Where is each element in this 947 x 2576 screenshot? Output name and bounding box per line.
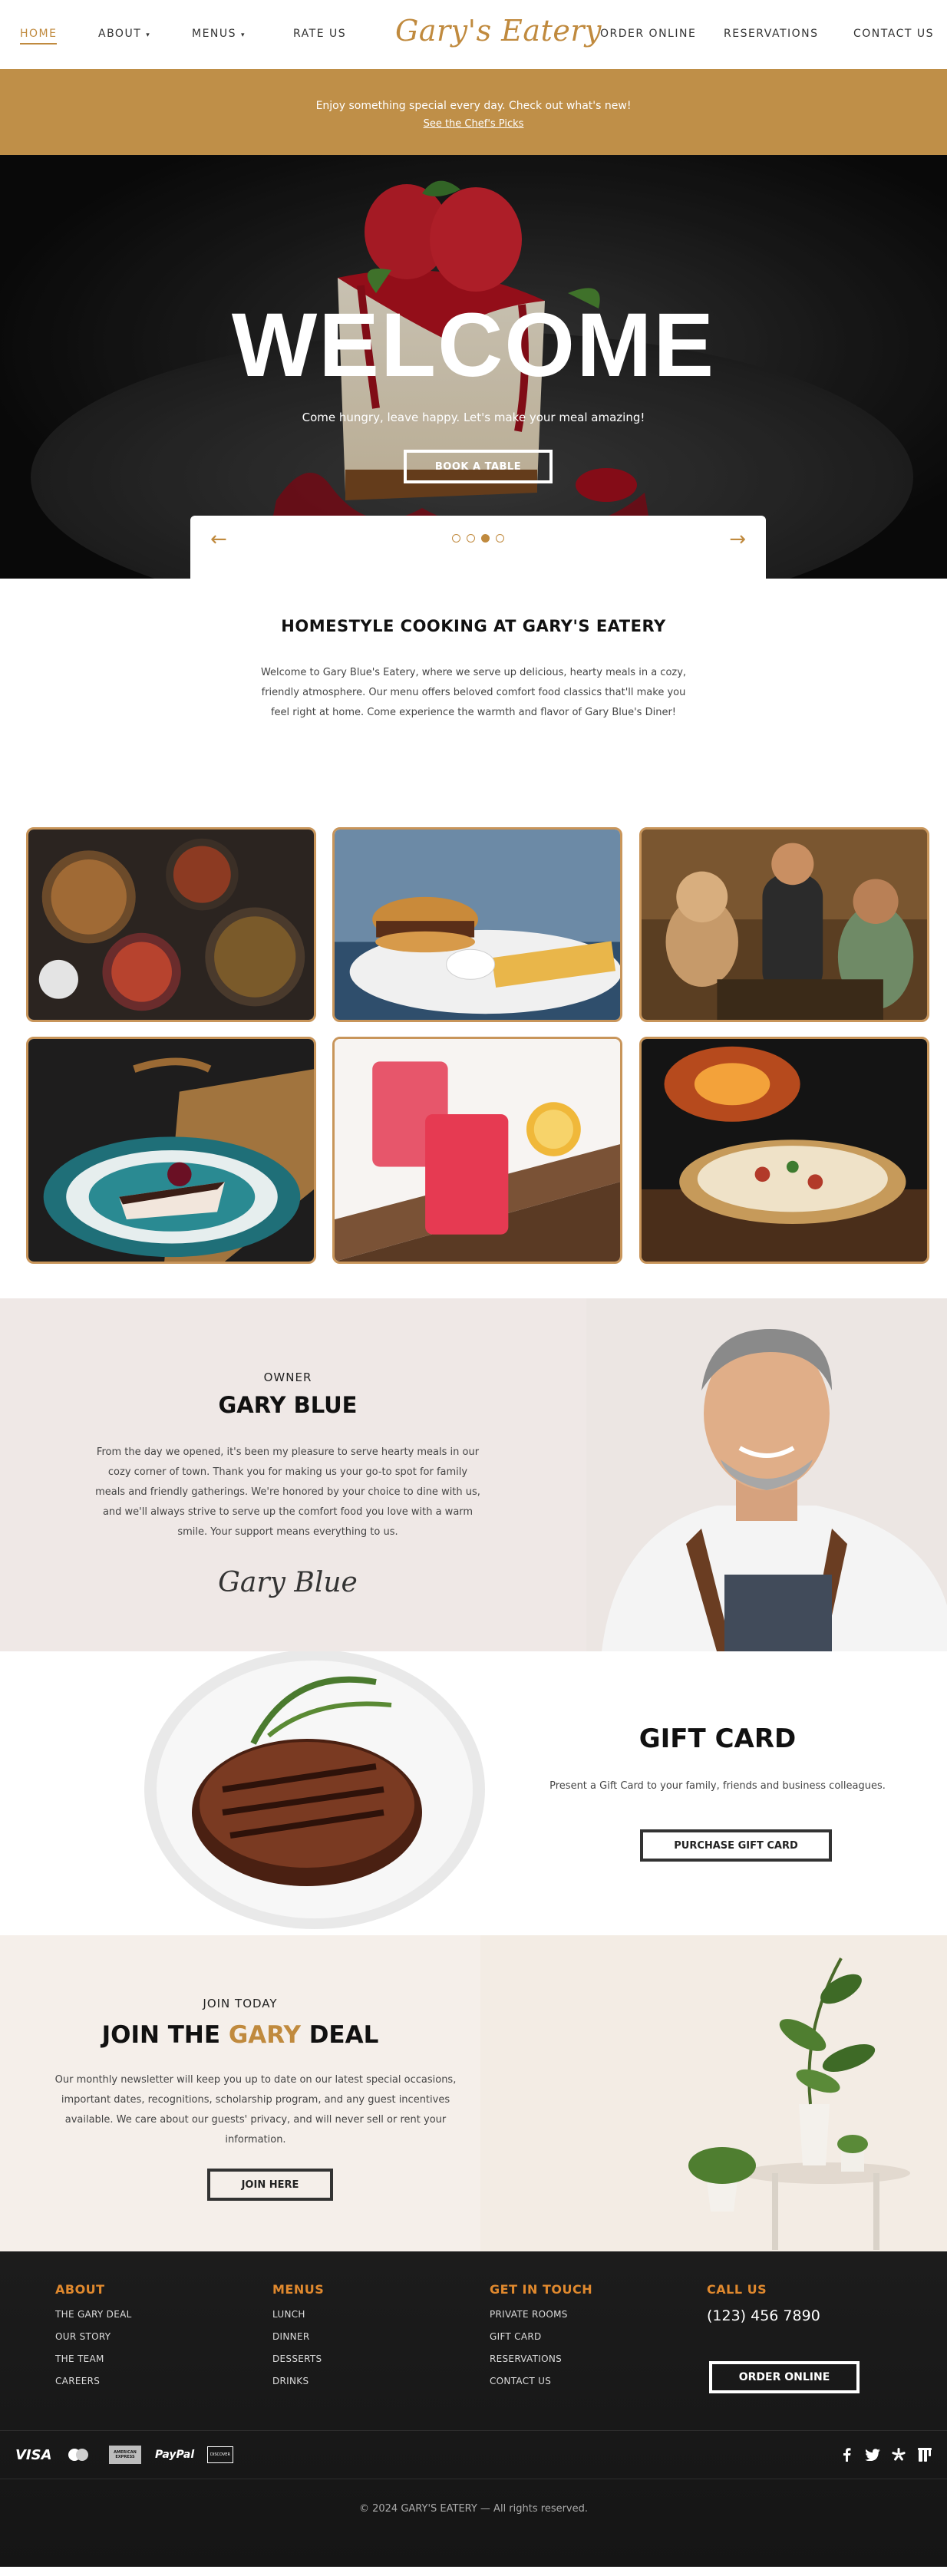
footer-contact-column: GET IN TOUCH PRIVATE ROOMS GIFT CARD RES… — [490, 2282, 592, 2398]
footer-link-careers[interactable]: CAREERS — [55, 2376, 132, 2386]
footer-link-private-rooms[interactable]: PRIVATE ROOMS — [490, 2309, 592, 2320]
owner-text-block: OWNER GARY BLUE From the day we opened, … — [92, 1298, 483, 1651]
join-here-button[interactable]: JOIN HERE — [207, 2169, 333, 2201]
carousel-dot-2[interactable] — [467, 534, 475, 543]
hero-carousel: WELCOME Come hungry, leave happy. Let's … — [0, 155, 947, 579]
owner-signature: Gary Blue — [218, 1567, 358, 1598]
footer-call-heading: CALL US — [707, 2282, 767, 2297]
nav-contact-us[interactable]: CONTACT US — [853, 28, 934, 40]
top-navigation: HOME ABOUT ▾ MENUS ▾ RATE US Gary's Eatery… — [0, 0, 947, 69]
newsletter-title: JOIN THE GARY DEAL — [0, 2021, 480, 2049]
facebook-icon[interactable] — [836, 2445, 856, 2465]
nav-home[interactable]: HOME — [20, 28, 58, 45]
phone-number[interactable]: (123) 456 7890 — [707, 2307, 820, 2324]
yelp-icon[interactable] — [889, 2445, 909, 2465]
newsletter-title-post: DEAL — [300, 2021, 379, 2049]
footer-link-our-story[interactable]: OUR STORY — [55, 2331, 132, 2342]
tripadvisor-icon[interactable] — [915, 2445, 935, 2465]
footer-link-gift-card[interactable]: GIFT CARD — [490, 2331, 592, 2342]
gallery-photo-table-spread[interactable] — [26, 827, 316, 1022]
mastercard-icon — [68, 2449, 88, 2461]
paypal-icon: PayPal — [155, 2449, 195, 2461]
carousel-dot-1[interactable] — [452, 534, 460, 543]
nav-menus-label: MENUS — [192, 28, 237, 40]
intro-title: HOMESTYLE COOKING AT GARY'S EATERY — [281, 617, 666, 635]
newsletter-title-accent: GARY — [228, 2021, 301, 2049]
footer-link-contact-us[interactable]: CONTACT US — [490, 2376, 592, 2386]
gallery-photo-dessert-slice[interactable] — [26, 1037, 316, 1264]
intro-body: Welcome to Gary Blue's Eatery, where we … — [260, 667, 687, 718]
footer-about-column: ABOUT THE GARY DEAL OUR STORY THE TEAM C… — [55, 2282, 132, 2398]
arrow-right-icon[interactable]: → — [729, 528, 746, 551]
chevron-down-icon: ▾ — [146, 31, 151, 39]
gift-card-description: Present a Gift Card to your family, frie… — [549, 1780, 886, 1792]
discover-icon: DISCOVER — [207, 2446, 233, 2463]
photo-gallery — [0, 793, 947, 1298]
footer-link-reservations[interactable]: RESERVATIONS — [490, 2353, 592, 2364]
nav-about-label: ABOUT — [98, 28, 142, 40]
owner-section: OWNER GARY BLUE From the day we opened, … — [0, 1298, 947, 1651]
footer-contact-heading: GET IN TOUCH — [490, 2282, 593, 2297]
copyright-text: © 2024 GARY'S EATERY — All rights reserv… — [358, 2503, 589, 2515]
nav-menus[interactable]: MENUS ▾ — [192, 28, 246, 40]
footer-order-online-button[interactable]: ORDER ONLINE — [709, 2361, 860, 2393]
chevron-down-icon: ▾ — [241, 31, 246, 39]
footer-link-drinks[interactable]: DRINKS — [272, 2376, 324, 2386]
newsletter-title-pre: JOIN THE — [101, 2021, 229, 2049]
nav-reservations[interactable]: RESERVATIONS — [724, 28, 819, 40]
gallery-photo-dining-guests[interactable] — [639, 827, 929, 1022]
footer-call-column: CALL US (123) 456 7890 — [707, 2282, 820, 2324]
twitter-icon[interactable] — [863, 2445, 883, 2465]
carousel-dot-3[interactable] — [481, 534, 490, 543]
book-table-button[interactable]: BOOK A TABLE — [404, 450, 553, 483]
carousel-dots — [190, 531, 766, 546]
newsletter-body: Our monthly newsletter will keep you up … — [54, 2074, 457, 2146]
owner-name: GARY BLUE — [218, 1392, 358, 1418]
owner-bio: From the day we opened, it's been my ple… — [95, 1446, 480, 1538]
nav-order-online[interactable]: ORDER ONLINE — [600, 28, 696, 40]
footer-menus-heading: MENUS — [272, 2282, 325, 2297]
gift-card-title: GIFT CARD — [638, 1723, 797, 1754]
newsletter-section: JOIN TODAY JOIN THE GARY DEAL Our monthl… — [0, 1935, 947, 2251]
footer-link-desserts[interactable]: DESSERTS — [272, 2353, 324, 2364]
site-footer: ABOUT THE GARY DEAL OUR STORY THE TEAM C… — [0, 2251, 947, 2567]
owner-portrait-image — [586, 1298, 947, 1651]
visa-icon: VISA — [15, 2446, 52, 2463]
plants-decor-image — [480, 1935, 947, 2251]
gift-card-section: GIFT CARD Present a Gift Card to your fa… — [0, 1651, 947, 1935]
steak-image — [144, 1651, 485, 1929]
footer-link-dinner[interactable]: DINNER — [272, 2331, 324, 2342]
purchase-gift-card-button[interactable]: PURCHASE GIFT CARD — [640, 1829, 832, 1862]
footer-about-heading: ABOUT — [55, 2282, 105, 2297]
intro-section: HOMESTYLE COOKING AT GARY'S EATERY Welco… — [0, 579, 947, 793]
footer-divider-top — [0, 2430, 947, 2431]
newsletter-eyebrow: JOIN TODAY — [203, 1997, 278, 2010]
hero-title: WELCOME — [231, 295, 716, 396]
gallery-photo-burger-fries[interactable] — [332, 827, 622, 1022]
owner-label: OWNER — [263, 1370, 312, 1384]
site-logo[interactable]: Gary's Eatery — [395, 14, 602, 48]
hero-subtitle: Come hungry, leave happy. Let's make you… — [302, 411, 645, 424]
nav-about[interactable]: ABOUT ▾ — [98, 28, 150, 40]
announcement-text: Enjoy something special every day. Check… — [315, 100, 632, 112]
footer-link-lunch[interactable]: LUNCH — [272, 2309, 324, 2320]
carousel-dot-4[interactable] — [496, 534, 504, 543]
footer-link-team[interactable]: THE TEAM — [55, 2353, 132, 2364]
amex-icon: AMERICAN EXPRESS — [109, 2446, 141, 2464]
nav-rate-us[interactable]: RATE US — [293, 28, 346, 40]
footer-menus-column: MENUS LUNCH DINNER DESSERTS DRINKS — [272, 2282, 324, 2398]
footer-link-gary-deal[interactable]: THE GARY DEAL — [55, 2309, 132, 2320]
announcement-bar: Enjoy something special every day. Check… — [0, 69, 947, 155]
newsletter-text-block: JOIN TODAY JOIN THE GARY DEAL Our monthl… — [0, 1935, 480, 2251]
chefs-picks-link[interactable]: See the Chef's Picks — [424, 118, 524, 130]
carousel-controls: ← → — [190, 516, 766, 579]
gallery-photo-wood-fired-pizza[interactable] — [639, 1037, 929, 1264]
gallery-photo-red-drinks[interactable] — [332, 1037, 622, 1264]
